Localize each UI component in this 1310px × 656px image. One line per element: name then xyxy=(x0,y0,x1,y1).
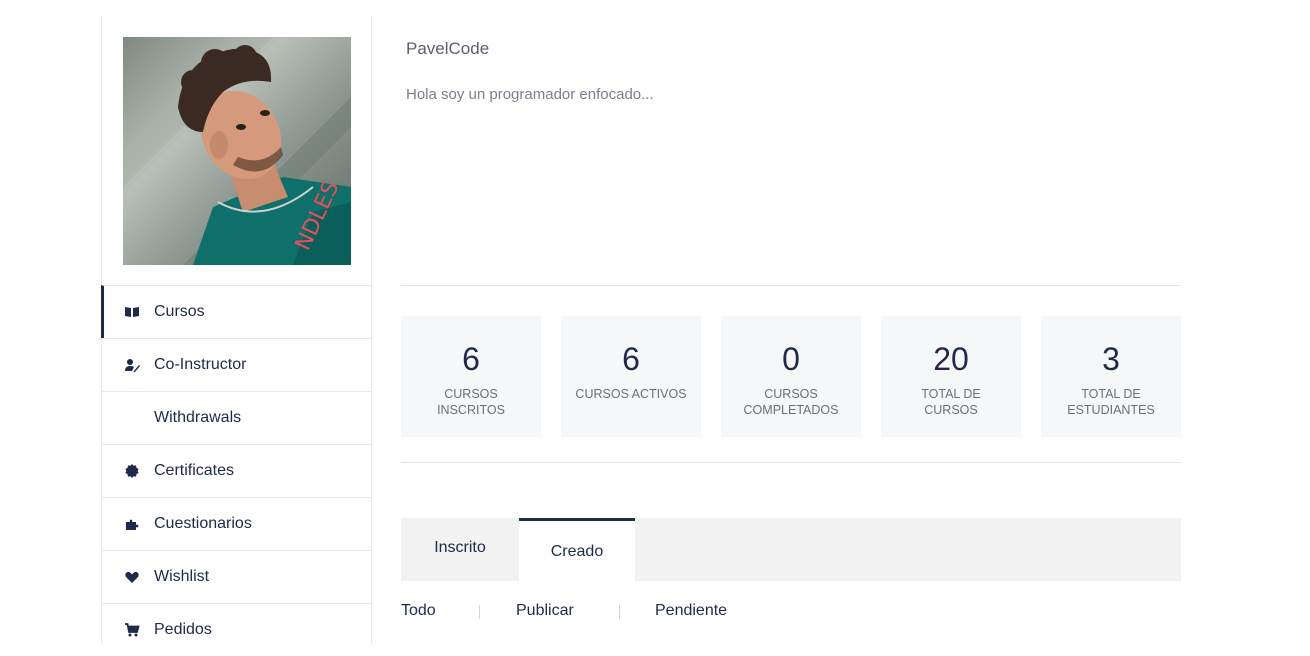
stat-value: 0 xyxy=(782,341,800,377)
filter-todo[interactable]: Todo xyxy=(401,602,436,620)
filter-separator xyxy=(619,605,620,619)
sidebar-item-cuestionarios[interactable]: Cuestionarios xyxy=(102,497,371,550)
profile-username: PavelCode xyxy=(406,39,490,58)
tab-creado[interactable]: Creado xyxy=(519,518,635,581)
course-tabs: Inscrito Creado xyxy=(401,518,1181,581)
puzzle-piece-icon xyxy=(126,519,139,530)
avatar-photo: NDLES xyxy=(123,37,351,265)
stat-card-cursos-completados: 0 CURSOS COMPLETADOS xyxy=(721,316,861,437)
tab-inscrito[interactable]: Inscrito xyxy=(401,518,519,581)
heart-icon xyxy=(125,571,139,583)
book-open-icon xyxy=(125,307,139,317)
sidebar-item-certificates[interactable]: Certificates xyxy=(102,444,371,497)
sidebar-item-withdrawals[interactable]: Withdrawals xyxy=(102,391,371,444)
stat-card-total-cursos: 20 TOTAL DE CURSOS xyxy=(881,316,1021,437)
sidebar-item-wishlist[interactable]: Wishlist xyxy=(102,550,371,603)
stat-value: 3 xyxy=(1102,341,1120,377)
avatar: NDLES xyxy=(123,37,351,265)
filter-pendiente[interactable]: Pendiente xyxy=(655,602,727,620)
sidebar-item-label: Cuestionarios xyxy=(154,515,252,532)
filter-separator xyxy=(479,605,480,619)
stat-label: CURSOS ACTIVOS xyxy=(575,387,687,401)
stat-value: 20 xyxy=(933,341,969,377)
divider xyxy=(401,462,1181,463)
profile-bio: Hola soy un programador enfocado... xyxy=(406,86,654,103)
sidebar-item-label: Withdrawals xyxy=(154,409,242,426)
sidebar-nav: Cursos Co-Instructor Withdrawals Certifi… xyxy=(101,285,371,656)
shopping-cart-icon xyxy=(125,623,140,637)
stat-card-cursos-inscritos: 6 CURSOS INSCRITOS xyxy=(401,316,541,437)
divider xyxy=(401,285,1181,286)
certificate-icon xyxy=(125,464,139,478)
status-filters: Todo Publicar Pendiente xyxy=(401,602,1181,626)
stat-value: 6 xyxy=(622,341,640,377)
user-edit-icon xyxy=(125,359,140,373)
stat-label: CURSOS INSCRITOS xyxy=(437,387,505,417)
sidebar-item-co-instructor[interactable]: Co-Instructor xyxy=(102,338,371,391)
sidebar-item-label: Certificates xyxy=(154,462,235,479)
stat-label: CURSOS COMPLETADOS xyxy=(743,387,839,417)
sidebar-item-label: Pedidos xyxy=(154,621,212,638)
stat-value: 6 xyxy=(462,341,480,377)
sidebar-item-label: Co-Instructor xyxy=(154,356,247,373)
filter-publicar[interactable]: Publicar xyxy=(516,602,574,620)
stat-label: TOTAL DE CURSOS xyxy=(921,387,981,417)
sidebar-item-cursos[interactable]: Cursos xyxy=(101,285,371,338)
stat-label: TOTAL DE ESTUDIANTES xyxy=(1067,387,1155,417)
stat-card-cursos-activos: 6 CURSOS ACTIVOS xyxy=(561,316,701,437)
sidebar-item-pedidos[interactable]: Pedidos xyxy=(102,603,371,656)
stat-card-total-estudiantes: 3 TOTAL DE ESTUDIANTES xyxy=(1041,316,1181,437)
profile-sidebar: NDLES Cursos Co-Instructor Withdrawals C… xyxy=(101,16,372,644)
sidebar-item-label: Cursos xyxy=(154,303,205,320)
stats-row: 6 CURSOS INSCRITOS 6 CURSOS ACTIVOS 0 CU… xyxy=(401,316,1181,437)
sidebar-item-label: Wishlist xyxy=(154,568,210,585)
